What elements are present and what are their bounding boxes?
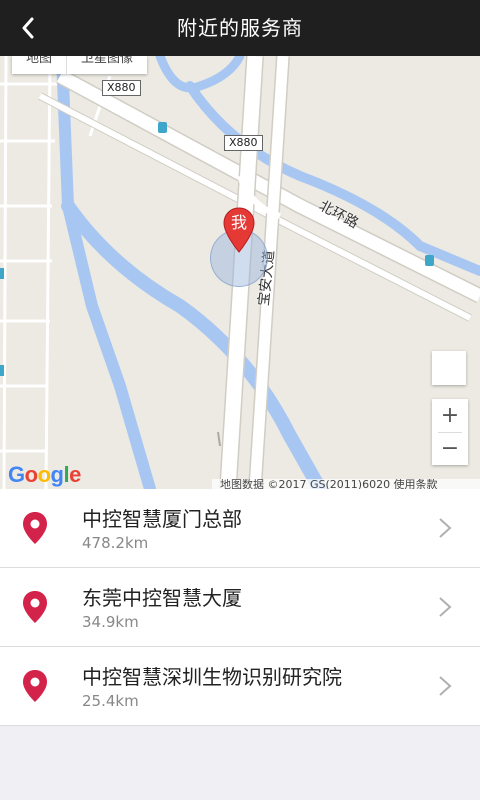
provider-item[interactable]: 东莞中控智慧大厦 34.9km	[0, 568, 480, 647]
zoom-controls: + −	[432, 399, 468, 465]
road-shield: X880	[102, 80, 141, 96]
location-pin-icon	[23, 670, 47, 702]
my-location-button[interactable]	[432, 351, 466, 385]
provider-name: 中控智慧厦门总部	[82, 507, 242, 531]
provider-distance: 478.2km	[82, 534, 149, 552]
my-location-label: 我	[230, 213, 247, 232]
location-pin-icon	[23, 512, 47, 544]
provider-item[interactable]: 中控智慧厦门总部 478.2km	[0, 489, 480, 568]
chevron-right-icon	[439, 597, 452, 617]
map-attribution[interactable]: 地图数据 ©2017 GS(2011)6020 使用条款	[212, 479, 480, 489]
map-type-map[interactable]: 地图	[12, 56, 66, 74]
zoom-in-button[interactable]: +	[432, 399, 468, 432]
location-pin-icon	[23, 591, 47, 623]
page-title: 附近的服务商	[177, 16, 303, 40]
provider-list: 中控智慧厦门总部 478.2km 东莞中控智慧大厦 34.9km 中控智慧深圳生…	[0, 489, 480, 726]
map-view[interactable]: 地图 卫星图像 X880 X880 北环路 宝安大道 我 + − Google …	[0, 56, 480, 489]
road-shield: X880	[224, 135, 263, 151]
provider-name: 东莞中控智慧大厦	[82, 586, 242, 610]
zoom-out-button[interactable]: −	[432, 432, 468, 465]
provider-distance: 34.9km	[82, 613, 139, 631]
provider-distance: 25.4km	[82, 692, 139, 710]
google-logo: Google	[8, 462, 81, 487]
chevron-right-icon	[439, 518, 452, 538]
chevron-right-icon	[439, 676, 452, 696]
provider-name: 中控智慧深圳生物识别研究院	[82, 665, 342, 689]
title-bar: 附近的服务商	[0, 0, 480, 56]
map-type-satellite[interactable]: 卫星图像	[66, 56, 147, 74]
map-type-switch[interactable]: 地图 卫星图像	[12, 56, 148, 74]
provider-item[interactable]: 中控智慧深圳生物识别研究院 25.4km	[0, 647, 480, 726]
